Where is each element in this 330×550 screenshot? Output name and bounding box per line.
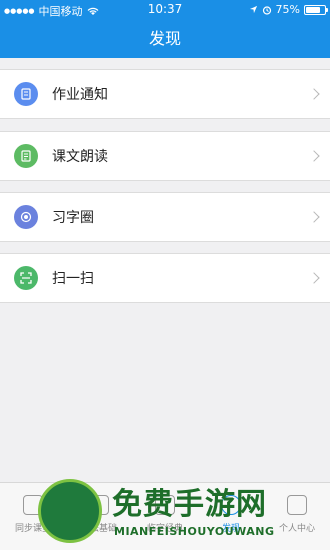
tab-label: 个人中心 [278, 524, 315, 534]
list-item-label: 作业通知 [52, 87, 108, 103]
list-item-label: 习字圈 [52, 210, 94, 226]
battery-percent: 75% [275, 3, 300, 16]
location-icon [249, 5, 257, 14]
reading-icon [14, 144, 38, 168]
status-bar: ●●●●● 中国移动 10:37 75% [0, 0, 330, 20]
list-item-label: 课文朗读 [52, 149, 108, 165]
book-icon [155, 495, 175, 515]
notification-icon [14, 82, 38, 106]
page-title: 发现 [0, 20, 330, 58]
tab-label: 书法基础 [80, 524, 117, 534]
list-item-label: 扫一扫 [52, 271, 94, 287]
user-icon [287, 495, 307, 515]
battery-fill [306, 6, 320, 13]
scan-icon [14, 266, 38, 290]
brush-icon [89, 495, 109, 515]
alarm-icon [262, 5, 271, 15]
circle-icon [14, 205, 38, 229]
list-item-scan[interactable]: 扫一扫 [0, 253, 330, 303]
tab-label: 临字经典 [146, 524, 183, 534]
battery-icon [304, 4, 328, 15]
list-item-homework-notice[interactable]: 作业通知 [0, 69, 330, 119]
tab-label: 发现 [221, 524, 240, 534]
tab-label: 同步课堂 [14, 524, 51, 534]
tab-calligraphy-basics[interactable]: 书法基础 [66, 483, 132, 550]
tab-bar: 同步课堂 书法基础 临字经典 发现 个人中心 [0, 482, 330, 550]
list-item-text-reading[interactable]: 课文朗读 [0, 131, 330, 181]
tab-sync-class[interactable]: 同步课堂 [0, 483, 66, 550]
chevron-right-icon [308, 272, 320, 284]
tab-classics[interactable]: 临字经典 [132, 483, 198, 550]
chevron-right-icon [308, 88, 320, 100]
compass-icon [221, 495, 241, 515]
tab-profile[interactable]: 个人中心 [264, 483, 330, 550]
chevron-right-icon [308, 211, 320, 223]
tab-discover[interactable]: 发现 [198, 483, 264, 550]
chevron-right-icon [308, 150, 320, 162]
classroom-icon [23, 495, 43, 515]
list-item-calligraphy-circle[interactable]: 习字圈 [0, 192, 330, 242]
